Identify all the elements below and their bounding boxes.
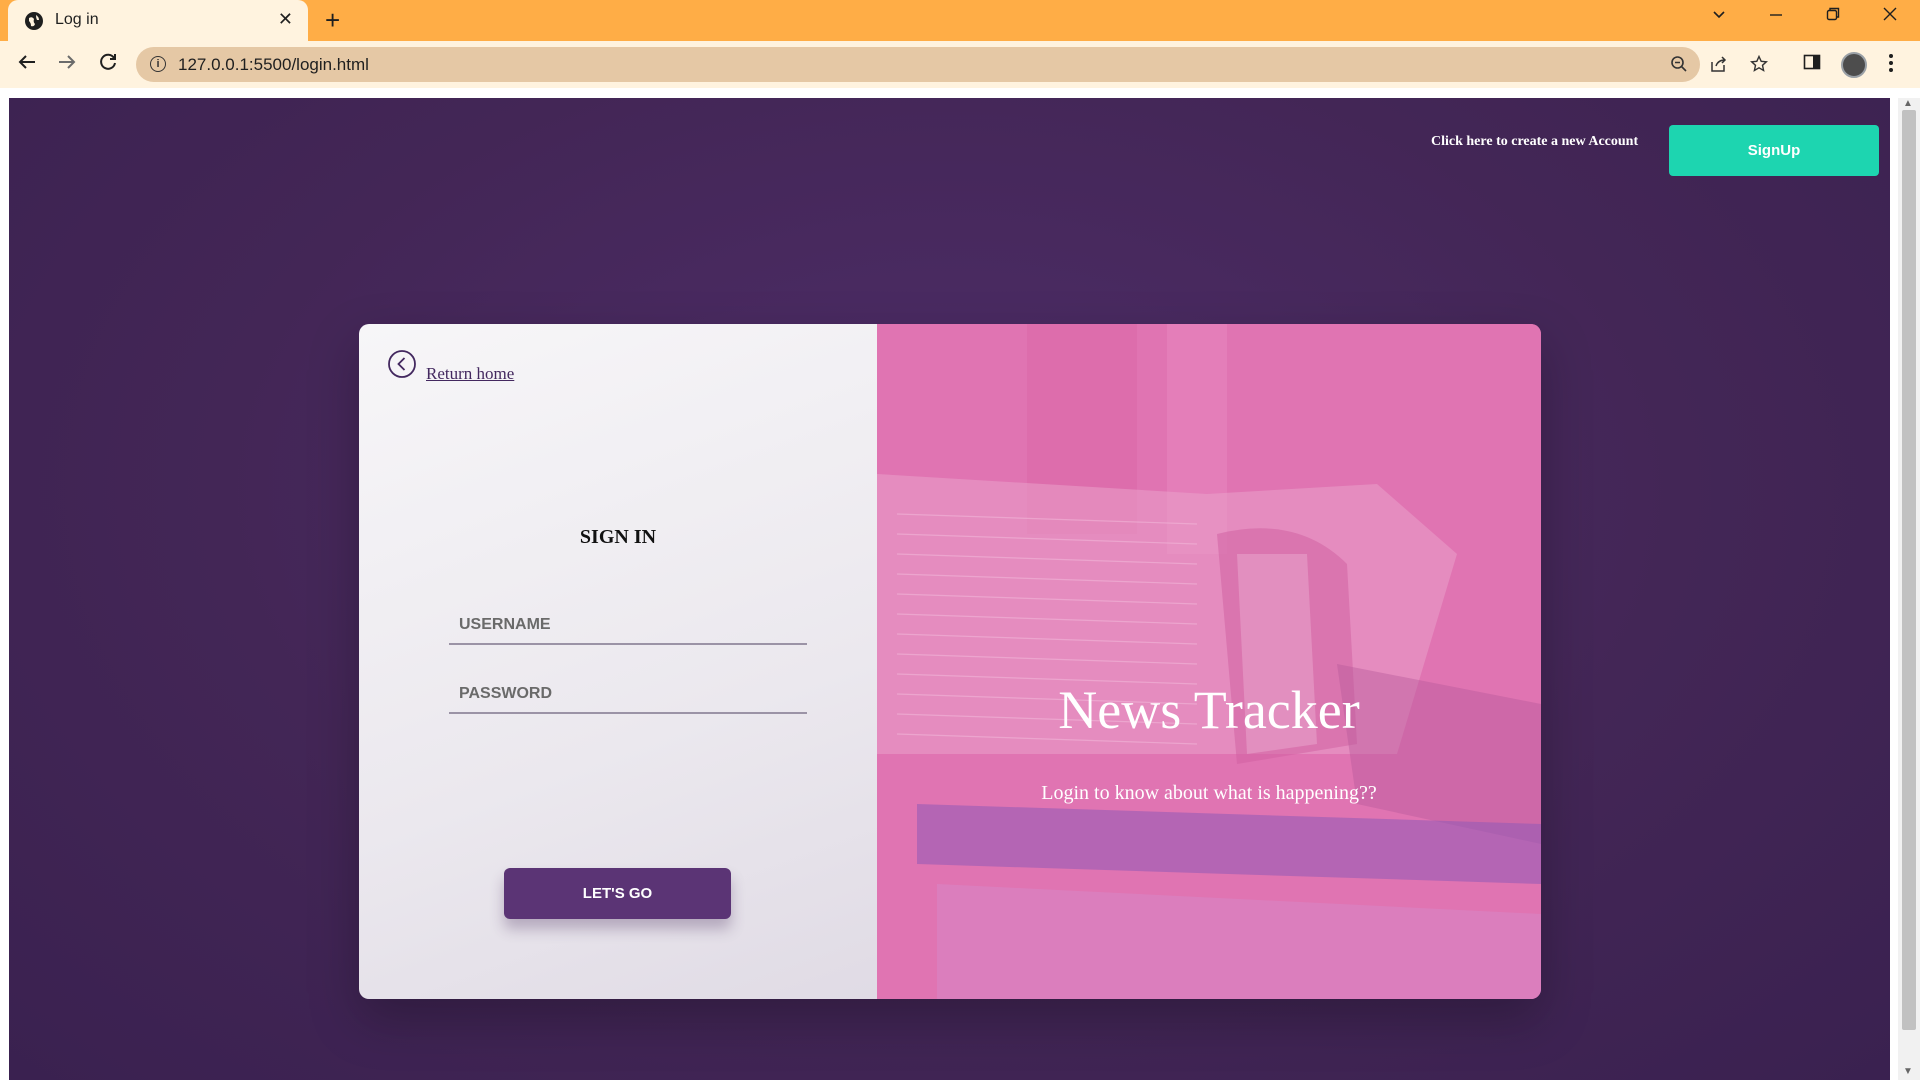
- password-input[interactable]: [449, 676, 807, 714]
- tab-search-icon[interactable]: [1711, 6, 1727, 27]
- more-menu-icon[interactable]: [1888, 53, 1894, 78]
- minimize-icon[interactable]: [1768, 6, 1784, 27]
- browser-toolbar: i 127.0.0.1:5500/login.html: [0, 41, 1920, 88]
- scroll-up-icon[interactable]: ▲: [1903, 98, 1913, 109]
- reload-icon[interactable]: [97, 51, 119, 79]
- close-window-icon[interactable]: [1882, 6, 1898, 27]
- lets-go-button[interactable]: LET'S GO: [504, 868, 731, 919]
- new-tab-button[interactable]: +: [325, 6, 340, 34]
- signin-panel: Return home SIGN IN LET'S GO: [359, 324, 877, 999]
- username-input[interactable]: [449, 607, 807, 645]
- signup-hint: Click here to create a new Account: [1431, 134, 1639, 149]
- forward-arrow-icon[interactable]: [56, 51, 78, 79]
- share-icon[interactable]: [1710, 55, 1728, 78]
- scroll-down-icon[interactable]: ▼: [1903, 1066, 1913, 1077]
- login-card: Return home SIGN IN LET'S GO: [359, 324, 1541, 999]
- hero-panel: News Tracker Login to know about what is…: [877, 324, 1541, 999]
- scrollbar-thumb[interactable]: [1902, 110, 1916, 1030]
- page-scrollbar[interactable]: ▲ ▼: [1898, 98, 1920, 1080]
- side-panel-icon[interactable]: [1803, 53, 1821, 76]
- page-viewport: Click here to create a new Account SignU…: [9, 98, 1890, 1080]
- browser-tab[interactable]: Log in ✕: [8, 0, 308, 42]
- address-bar[interactable]: i 127.0.0.1:5500/login.html: [136, 47, 1769, 82]
- restore-icon[interactable]: [1825, 6, 1841, 27]
- back-arrow-icon[interactable]: [16, 51, 38, 79]
- address-url[interactable]: 127.0.0.1:5500/login.html: [178, 55, 369, 75]
- globe-icon: [25, 12, 43, 30]
- chevron-left-circle-icon[interactable]: [387, 349, 417, 379]
- return-home-link[interactable]: Return home: [426, 364, 514, 384]
- hero-subtitle: Login to know about what is happening??: [1041, 782, 1377, 804]
- hero-title: News Tracker: [1058, 680, 1360, 740]
- signup-button[interactable]: SignUp: [1669, 125, 1879, 176]
- site-info-icon[interactable]: i: [150, 56, 166, 72]
- zoom-icon[interactable]: [1670, 55, 1688, 78]
- bookmark-star-icon[interactable]: [1749, 54, 1769, 78]
- tab-close-icon[interactable]: ✕: [278, 9, 293, 30]
- tab-title: Log in: [55, 11, 99, 28]
- profile-avatar[interactable]: [1841, 52, 1867, 78]
- newspaper-photo: [877, 324, 1541, 999]
- signin-title: SIGN IN: [579, 526, 657, 548]
- browser-tab-bar: Log in ✕ +: [0, 0, 1920, 42]
- toolbar-separator: [0, 88, 1920, 98]
